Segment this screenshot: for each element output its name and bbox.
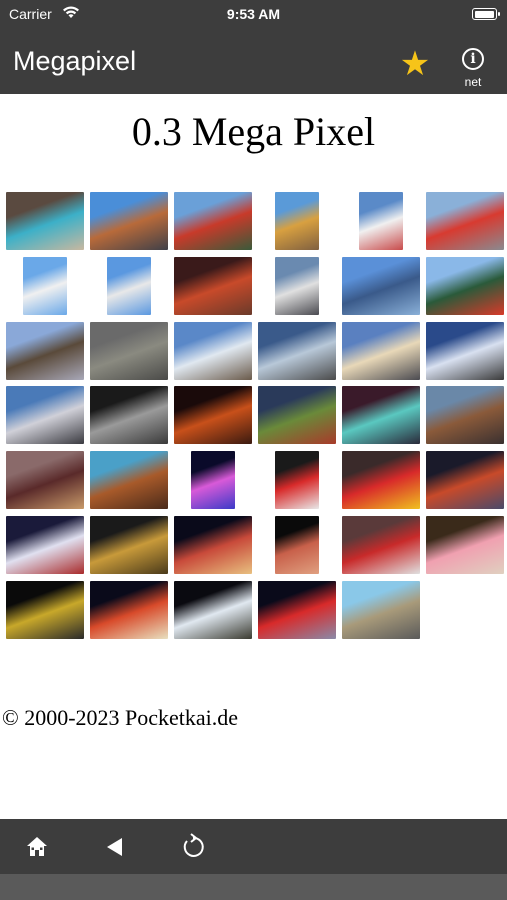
thumb-aerial[interactable] [258, 581, 336, 639]
thumb-facade[interactable] [342, 322, 420, 380]
reload-button[interactable] [174, 829, 210, 865]
home-button[interactable] [19, 829, 55, 865]
info-button[interactable]: i net [456, 46, 490, 94]
thumb-newyork-2[interactable] [275, 516, 319, 574]
thumb-statue[interactable] [90, 322, 168, 380]
nav-title: Megapixel [13, 46, 137, 76]
nav-bar: Megapixel ★ i net [0, 30, 507, 94]
back-triangle-icon [107, 838, 122, 856]
thumb-street[interactable] [90, 192, 168, 250]
thumb-sign-2[interactable] [275, 192, 319, 250]
thumb-tower-2[interactable] [107, 257, 151, 315]
thumb-tunnel[interactable] [90, 386, 168, 444]
copyright-text: © 2000-2023 Pocketkai.de [2, 705, 239, 730]
thumb-casino[interactable] [174, 257, 252, 315]
thumb-excalibur[interactable] [6, 516, 84, 574]
thumb-sign-3[interactable] [359, 192, 403, 250]
thumb-car-red[interactable] [342, 516, 420, 574]
thumb-waterfall-2[interactable] [258, 322, 336, 380]
home-indicator-area [0, 874, 507, 900]
thumb-newyork-1[interactable] [174, 516, 252, 574]
thumb-people[interactable] [426, 516, 504, 574]
status-bar: Carrier 9:53 AM [0, 0, 507, 30]
thumb-desert-road[interactable] [342, 581, 420, 639]
thumb-sign-1[interactable] [174, 192, 252, 250]
back-button[interactable] [97, 829, 133, 865]
thumb-jeep[interactable] [6, 581, 84, 639]
thumb-neon[interactable] [191, 451, 235, 509]
info-label: net [464, 75, 482, 89]
thumb-venetian[interactable] [6, 451, 84, 509]
favorite-button[interactable]: ★ [397, 46, 433, 82]
thumb-tower-1[interactable] [23, 257, 67, 315]
thumb-strip-night[interactable] [90, 581, 168, 639]
thumb-fountain-1[interactable] [426, 322, 504, 380]
thumb-eiffel[interactable] [174, 386, 252, 444]
thumb-skyline[interactable] [6, 386, 84, 444]
thumb-plaza[interactable] [426, 386, 504, 444]
thumb-red-sign[interactable] [275, 451, 319, 509]
bottom-toolbar [0, 819, 507, 874]
thumb-pool[interactable] [6, 192, 84, 250]
thumb-glass[interactable] [342, 257, 420, 315]
star-icon: ★ [399, 45, 431, 83]
reload-icon [183, 833, 204, 857]
info-icon: i [462, 48, 484, 70]
thumb-waterfall-1[interactable] [174, 322, 252, 380]
thumb-lion[interactable] [90, 516, 168, 574]
thumb-palms[interactable] [258, 386, 336, 444]
battery-icon [472, 8, 500, 20]
thumb-building[interactable] [275, 257, 319, 315]
thumb-night-1[interactable] [426, 451, 504, 509]
thumb-ship[interactable] [6, 322, 84, 380]
thumb-fountain-2[interactable] [342, 386, 420, 444]
thumb-mms[interactable] [342, 451, 420, 509]
thumb-dome[interactable] [90, 451, 168, 509]
thumb-free[interactable] [426, 257, 504, 315]
thumbnail-grid [6, 192, 506, 642]
clock: 9:53 AM [226, 6, 281, 22]
home-icon [27, 837, 47, 856]
page-title: 0.3 Mega Pixel [131, 109, 376, 154]
thumb-sahara[interactable] [426, 192, 504, 250]
thumb-bellagio[interactable] [174, 581, 252, 639]
